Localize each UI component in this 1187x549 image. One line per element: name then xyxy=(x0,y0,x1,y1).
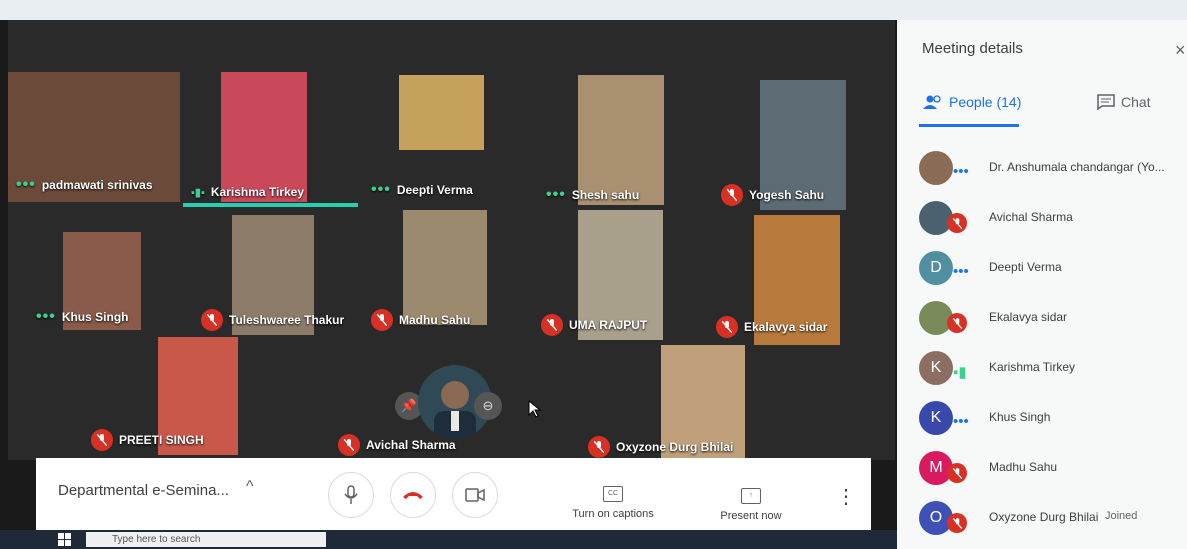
participant-label: ••• Deepti Verma xyxy=(371,181,473,198)
video-tile[interactable] xyxy=(399,75,484,150)
video-tile-label-area: Madhu Sahu xyxy=(363,305,493,335)
participant-label: Tuleshwaree Thakur xyxy=(201,309,344,331)
present-now-button[interactable]: ↑ Present now xyxy=(696,488,806,522)
windows-start-icon[interactable] xyxy=(58,533,71,546)
speaking-icon: ▪▮▪ xyxy=(191,186,205,199)
hang-up-icon xyxy=(403,492,423,499)
avatar: K xyxy=(919,401,953,435)
chat-icon xyxy=(1097,94,1115,110)
people-icon xyxy=(923,95,941,109)
active-speaker-indicator xyxy=(183,203,358,207)
mic-off-icon xyxy=(947,213,967,233)
participant-name: Karishma Tirkey xyxy=(989,360,1076,374)
chevron-up-icon[interactable]: ^ xyxy=(246,478,254,496)
meeting-title[interactable]: Departmental e-Semina... xyxy=(58,482,229,499)
video-tile-label-area: ▪▮▪ Karishma Tirkey xyxy=(183,175,373,203)
meeting-control-bar: Departmental e-Semina... ^ CC Turn on ca… xyxy=(36,458,871,536)
audio-dots-icon: ••• xyxy=(546,186,566,203)
active-tab-indicator xyxy=(919,124,1019,127)
participant-name: Madhu Sahu xyxy=(989,460,1058,474)
participant-label: ▪▮▪ Karishma Tirkey xyxy=(191,185,305,199)
video-tile-label-area: ••• Shesh sahu xyxy=(538,180,678,208)
participant-label: ••• Khus Singh xyxy=(36,308,129,325)
panel-title: Meeting details xyxy=(922,40,1023,57)
audio-dots-icon: ••• xyxy=(953,263,969,280)
participant-row[interactable]: O Oxyzone Durg Bhilai Joined xyxy=(897,495,1187,543)
present-icon: ↑ xyxy=(741,488,761,504)
participant-row[interactable]: K ▪▮ Karishma Tirkey xyxy=(897,345,1187,393)
mic-off-icon xyxy=(947,463,967,483)
joined-badge: Joined xyxy=(1105,510,1138,522)
participant-row[interactable]: Avichal Sharma xyxy=(897,195,1187,243)
video-tile-label-area: Tuleshwaree Thakur xyxy=(193,305,353,335)
avatar xyxy=(919,151,953,185)
participant-name: Avichal Sharma xyxy=(989,210,1073,224)
tab-chat[interactable]: Chat xyxy=(1097,94,1151,110)
participant-row[interactable]: ••• Dr. Anshumala chandangar (Yo... xyxy=(897,145,1187,193)
mic-off-icon xyxy=(947,513,967,533)
participant-row[interactable]: Ekalavya sidar xyxy=(897,295,1187,343)
taskbar-search-input[interactable]: Type here to search xyxy=(86,532,326,547)
windows-taskbar: Type here to search xyxy=(0,530,897,549)
participant-label: ••• padmawati srinivas xyxy=(16,176,153,193)
participant-name: Khus Singh xyxy=(989,410,1051,424)
captions-icon: CC xyxy=(603,486,623,502)
captions-button[interactable]: CC Turn on captions xyxy=(558,486,668,520)
mic-off-icon xyxy=(91,429,113,451)
video-grid: ••• padmawati srinivas ▪▮▪ Karishma Tirkey… xyxy=(8,20,895,460)
video-tile-label-area: ••• Khus Singh xyxy=(28,302,168,330)
mic-off-icon xyxy=(201,309,223,331)
leave-call-button[interactable] xyxy=(390,472,436,518)
participant-row[interactable]: K ••• Khus Singh xyxy=(897,395,1187,443)
mouse-cursor-icon xyxy=(528,400,542,418)
participant-row[interactable]: M Madhu Sahu xyxy=(897,445,1187,493)
video-tile-label-area: Avichal Sharma xyxy=(330,430,490,460)
participant-label: Avichal Sharma xyxy=(338,434,456,456)
participant-row[interactable]: D ••• Deepti Verma xyxy=(897,245,1187,293)
tab-people[interactable]: People (14) xyxy=(923,94,1021,110)
more-options-icon[interactable]: ⋮ xyxy=(836,484,856,509)
camera-button[interactable] xyxy=(452,472,498,518)
video-tile[interactable]: ••• padmawati srinivas xyxy=(8,72,180,202)
video-tile-label-area: Yogesh Sahu xyxy=(713,180,863,210)
mic-off-icon xyxy=(588,436,610,458)
avatar: D xyxy=(919,251,953,285)
avatar: K xyxy=(919,351,953,385)
participant-label: UMA RAJPUT xyxy=(541,314,647,336)
video-tile-label-area: PREETI SINGH xyxy=(83,425,243,455)
participant-name: Ekalavya sidar xyxy=(989,310,1068,324)
participant-name: Oxyzone Durg Bhilai xyxy=(989,510,1099,524)
participant-label: Oxyzone Durg Bhilai xyxy=(588,436,733,458)
participant-label: ••• Shesh sahu xyxy=(546,186,640,203)
microphone-button[interactable] xyxy=(328,472,374,518)
camera-icon xyxy=(465,488,485,502)
video-tile-label-area: UMA RAJPUT xyxy=(533,310,673,340)
audio-dots-icon: ••• xyxy=(953,163,969,180)
mic-off-icon xyxy=(338,434,360,456)
video-tile-label-area: Ekalavya sidar xyxy=(708,312,863,342)
participant-name: Dr. Anshumala chandangar (Yo... xyxy=(989,160,1165,174)
mic-off-icon xyxy=(541,314,563,336)
participant-label: Yogesh Sahu xyxy=(721,184,824,206)
mic-off-icon xyxy=(947,313,967,333)
audio-dots-icon: ••• xyxy=(16,176,36,193)
participant-label: Madhu Sahu xyxy=(371,309,470,331)
participant-label: Ekalavya sidar xyxy=(716,316,827,338)
audio-dots-icon: ••• xyxy=(371,181,391,198)
audio-dots-icon: ••• xyxy=(953,413,969,430)
microphone-icon xyxy=(344,485,358,504)
mic-off-icon xyxy=(721,184,743,206)
video-tile-label-area: Oxyzone Durg Bhilai xyxy=(580,432,755,460)
participant-label: PREETI SINGH xyxy=(91,429,204,451)
audio-dots-icon: ••• xyxy=(36,308,56,325)
video-tile-label-area: ••• Deepti Verma xyxy=(363,175,493,203)
participant-name: Deepti Verma xyxy=(989,260,1062,274)
mic-off-icon xyxy=(371,309,393,331)
browser-tab-strip xyxy=(0,0,1187,20)
speaking-icon: ▪▮ xyxy=(953,364,967,381)
meeting-details-panel: Meeting details × People (14) Chat ••• Dr… xyxy=(897,20,1187,549)
close-icon[interactable]: × xyxy=(1175,40,1186,61)
mic-off-icon xyxy=(716,316,738,338)
remove-from-grid-icon[interactable]: ⊖ xyxy=(474,392,502,420)
